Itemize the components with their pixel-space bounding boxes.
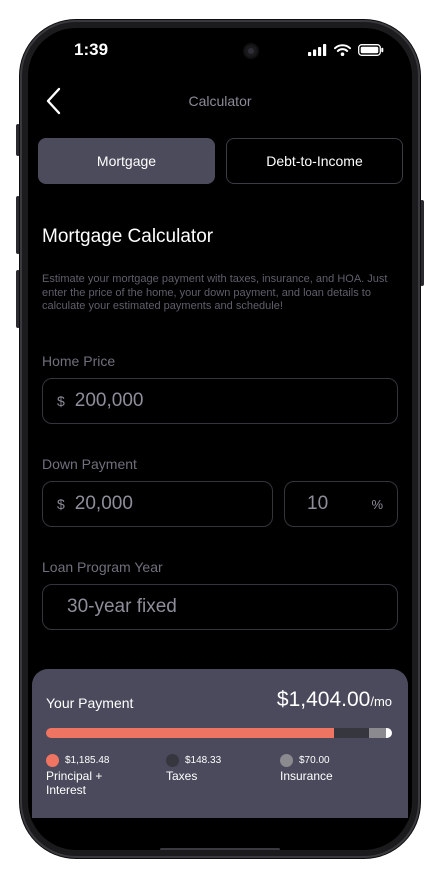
payment-label: Your Payment — [46, 695, 134, 711]
signal-icon — [308, 44, 327, 56]
payment-amount-value: $1,404.00 — [276, 688, 371, 711]
taxes-value: $148.33 — [185, 755, 222, 766]
payment-period: /mo — [370, 694, 392, 709]
home-price-currency: $ — [57, 393, 65, 409]
loan-program-value: 30-year fixed — [67, 596, 177, 617]
percent-symbol: % — [371, 496, 383, 512]
app-screen: 1:39 Calculator Mortgage Debt-to-Income … — [28, 28, 412, 850]
bar-segment-0 — [46, 728, 334, 738]
insurance-label: Insurance — [280, 769, 333, 783]
tab-mortgage[interactable]: Mortgage — [38, 138, 215, 184]
wifi-icon — [334, 44, 351, 56]
bar-segment-1 — [333, 728, 370, 738]
battery-icon — [358, 44, 384, 56]
home-price-label: Home Price — [42, 353, 116, 369]
status-time: 1:39 — [74, 40, 109, 59]
status-icons — [308, 44, 384, 56]
taxes-label: Taxes — [166, 769, 198, 783]
payment-amount: $1,404.00/mo — [277, 688, 392, 712]
bottom-safe-area — [28, 818, 412, 850]
home-price-value: 200,000 — [74, 390, 144, 411]
principal-interest-dot — [46, 754, 59, 767]
insurance-value: $70.00 — [299, 755, 330, 766]
home-indicator — [160, 848, 280, 850]
down-payment-percent-value: 10 — [307, 493, 329, 514]
principal-interest-label: Principal + Interest — [46, 769, 103, 797]
down-payment-currency: $ — [57, 496, 65, 512]
principal-interest-value: $1,185.48 — [65, 755, 110, 766]
bar-segment-2 — [369, 728, 387, 738]
section-title: Mortgage Calculator — [42, 226, 214, 247]
loan-program-label: Loan Program Year — [42, 559, 163, 575]
front-camera — [245, 45, 257, 57]
payment-breakdown-bar — [46, 728, 392, 738]
power-button — [420, 200, 424, 286]
calculator-description: Estimate your mortgage payment with taxe… — [42, 273, 388, 312]
down-payment-label: Down Payment — [42, 456, 137, 472]
down-payment-value: 20,000 — [74, 493, 133, 514]
bar-segment-3 — [386, 728, 392, 738]
down-payment-input[interactable]: $ 20,000 — [42, 481, 273, 527]
taxes-dot — [166, 754, 179, 767]
down-payment-percent-input[interactable]: 10 % — [284, 481, 398, 527]
loan-program-select[interactable]: 30-year fixed — [42, 584, 398, 630]
header-title: Calculator — [188, 93, 252, 109]
tab-debt-to-income[interactable]: Debt-to-Income — [226, 138, 403, 184]
insurance-dot — [280, 754, 293, 767]
home-price-input[interactable]: $ 200,000 — [42, 378, 398, 424]
